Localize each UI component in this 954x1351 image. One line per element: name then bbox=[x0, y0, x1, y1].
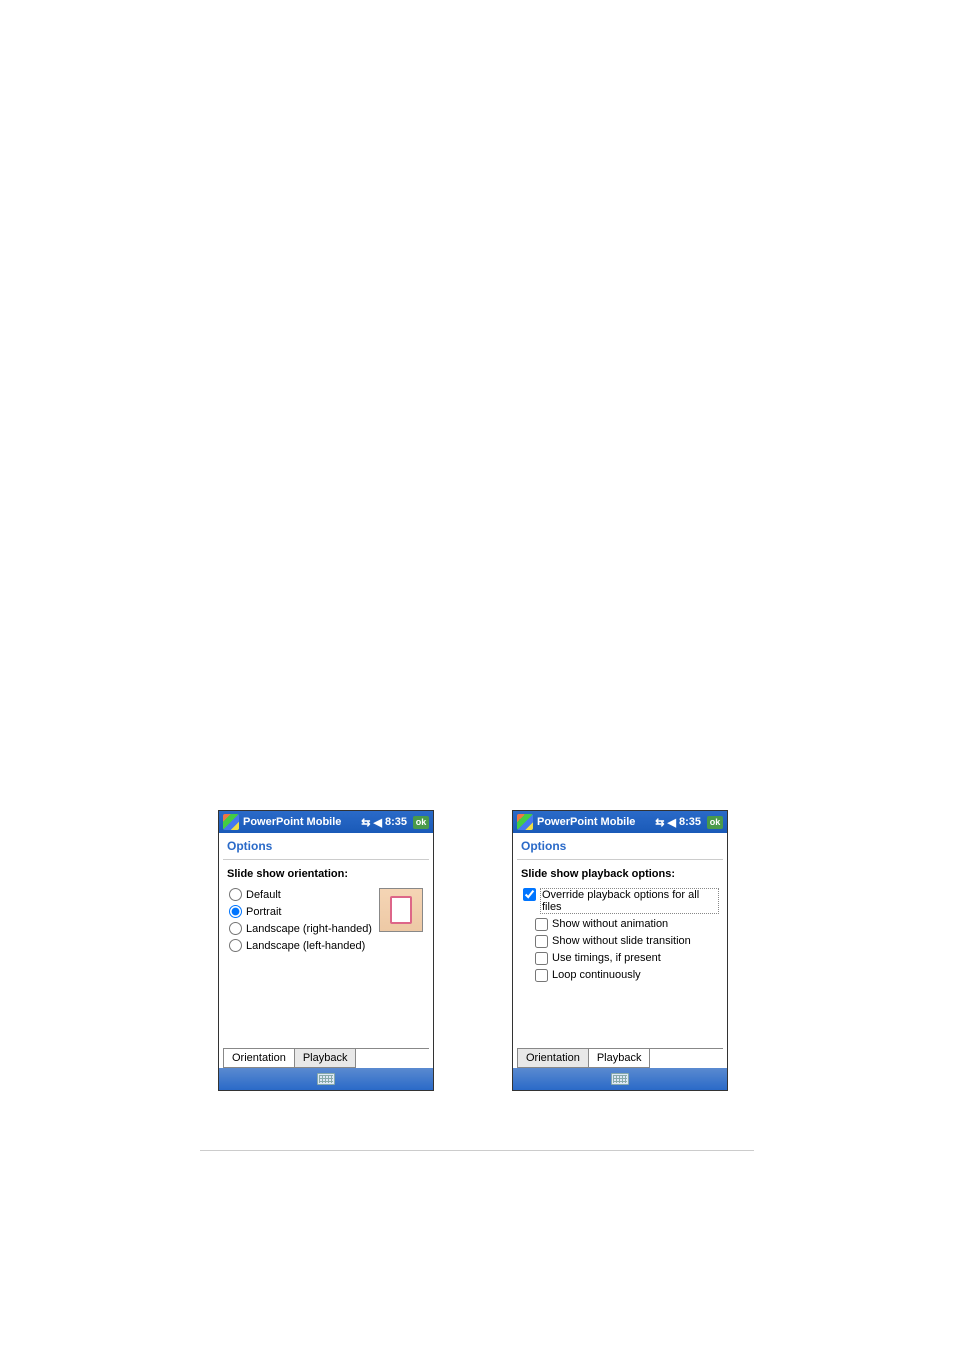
check-no-animation[interactable]: Show without animation bbox=[533, 918, 719, 931]
page-title: Options bbox=[219, 833, 433, 859]
check-label: Override playback options for all files bbox=[540, 888, 719, 914]
check-label: Show without animation bbox=[552, 918, 668, 930]
page-divider bbox=[200, 1150, 754, 1151]
app-title: PowerPoint Mobile bbox=[243, 816, 361, 828]
tab-orientation[interactable]: Orientation bbox=[517, 1049, 589, 1068]
connectivity-icon[interactable]: ⇆ bbox=[655, 816, 664, 829]
clock[interactable]: 8:35 bbox=[679, 816, 701, 828]
orientation-preview bbox=[379, 888, 423, 932]
radio-default-input[interactable] bbox=[229, 888, 242, 901]
radio-label: Default bbox=[246, 889, 281, 901]
start-icon[interactable] bbox=[517, 814, 533, 830]
command-bar bbox=[513, 1068, 727, 1090]
radio-landscape-left-input[interactable] bbox=[229, 939, 242, 952]
divider bbox=[517, 859, 723, 860]
tab-playback[interactable]: Playback bbox=[295, 1049, 357, 1068]
check-label: Loop continuously bbox=[552, 969, 641, 981]
content-area: Slide show playback options: Override pl… bbox=[513, 864, 727, 1048]
tab-playback[interactable]: Playback bbox=[589, 1049, 651, 1068]
check-use-timings-input[interactable] bbox=[535, 952, 548, 965]
system-tray: ⇆ ◀ 8:35 ok bbox=[361, 816, 429, 829]
system-tray: ⇆ ◀ 8:35 ok bbox=[655, 816, 723, 829]
radio-portrait-input[interactable] bbox=[229, 905, 242, 918]
device-orientation-options: PowerPoint Mobile ⇆ ◀ 8:35 ok Options Sl… bbox=[218, 810, 434, 1091]
titlebar: PowerPoint Mobile ⇆ ◀ 8:35 ok bbox=[513, 811, 727, 833]
radio-landscape-right-input[interactable] bbox=[229, 922, 242, 935]
group-heading: Slide show orientation: bbox=[227, 868, 425, 880]
page-title: Options bbox=[513, 833, 727, 859]
volume-icon[interactable]: ◀ bbox=[374, 816, 382, 829]
check-override[interactable]: Override playback options for all files bbox=[521, 888, 719, 914]
check-label: Use timings, if present bbox=[552, 952, 661, 964]
ok-button[interactable]: ok bbox=[707, 816, 723, 829]
device-playback-options: PowerPoint Mobile ⇆ ◀ 8:35 ok Options Sl… bbox=[512, 810, 728, 1091]
tab-strip: Orientation Playback bbox=[219, 1049, 433, 1068]
radio-label: Portrait bbox=[246, 906, 281, 918]
radio-landscape-left[interactable]: Landscape (left-handed) bbox=[227, 939, 425, 952]
app-title: PowerPoint Mobile bbox=[537, 816, 655, 828]
orientation-preview-icon bbox=[390, 896, 412, 924]
connectivity-icon[interactable]: ⇆ bbox=[361, 816, 370, 829]
sip-keyboard-icon[interactable] bbox=[611, 1073, 629, 1085]
check-use-timings[interactable]: Use timings, if present bbox=[533, 952, 719, 965]
start-icon[interactable] bbox=[223, 814, 239, 830]
clock[interactable]: 8:35 bbox=[385, 816, 407, 828]
check-no-animation-input[interactable] bbox=[535, 918, 548, 931]
check-label: Show without slide transition bbox=[552, 935, 691, 947]
titlebar: PowerPoint Mobile ⇆ ◀ 8:35 ok bbox=[219, 811, 433, 833]
tab-orientation[interactable]: Orientation bbox=[223, 1049, 295, 1068]
check-override-input[interactable] bbox=[523, 888, 536, 901]
check-loop[interactable]: Loop continuously bbox=[533, 969, 719, 982]
content-area: Slide show orientation: Default Portrait… bbox=[219, 864, 433, 1048]
command-bar bbox=[219, 1068, 433, 1090]
sip-keyboard-icon[interactable] bbox=[317, 1073, 335, 1085]
check-no-transition[interactable]: Show without slide transition bbox=[533, 935, 719, 948]
check-loop-input[interactable] bbox=[535, 969, 548, 982]
volume-icon[interactable]: ◀ bbox=[668, 816, 676, 829]
divider bbox=[223, 859, 429, 860]
tab-strip: Orientation Playback bbox=[513, 1049, 727, 1068]
radio-label: Landscape (left-handed) bbox=[246, 940, 365, 952]
radio-label: Landscape (right-handed) bbox=[246, 923, 372, 935]
group-heading: Slide show playback options: bbox=[521, 868, 719, 880]
ok-button[interactable]: ok bbox=[413, 816, 429, 829]
check-no-transition-input[interactable] bbox=[535, 935, 548, 948]
